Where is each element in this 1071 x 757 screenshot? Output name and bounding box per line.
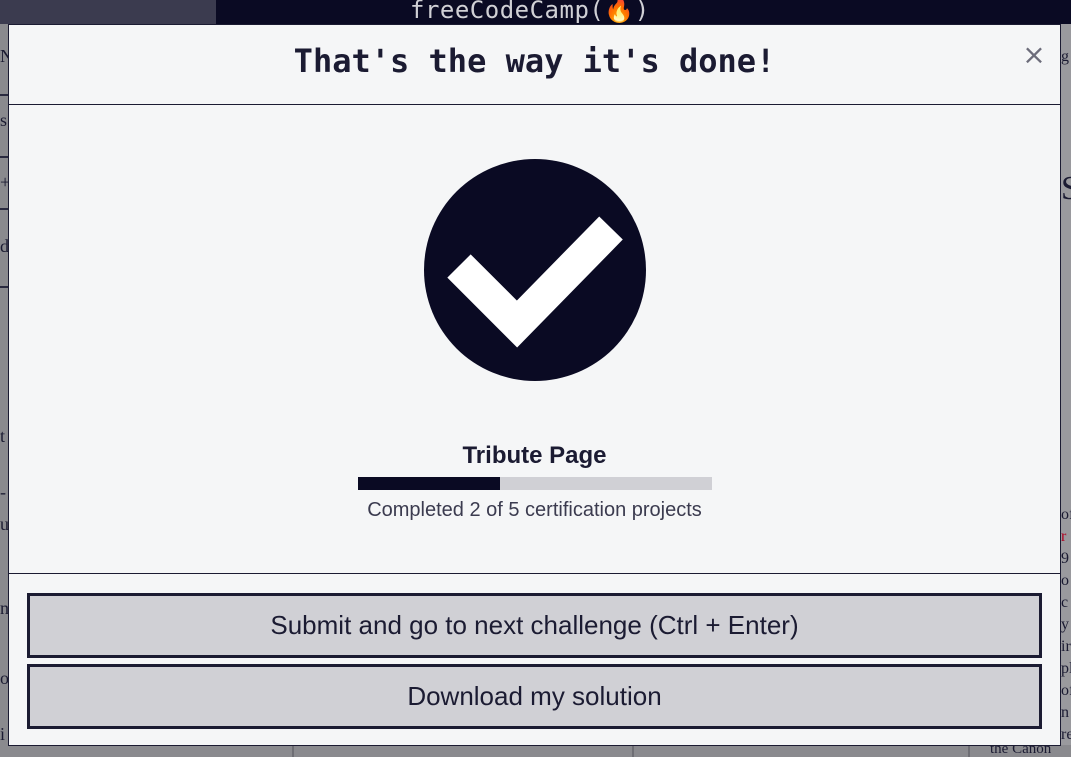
completion-modal: That's the way it's done! × Tribute Page… xyxy=(8,24,1061,746)
footer-divider xyxy=(9,573,1060,574)
background-right-strip: g S of r 9 o c y ir pl of n re xyxy=(1061,24,1071,757)
certification-progress-bar xyxy=(358,477,712,490)
close-icon[interactable]: × xyxy=(1022,41,1046,69)
download-solution-button[interactable]: Download my solution xyxy=(27,664,1042,729)
progress-text: Completed 2 of 5 certification projects xyxy=(367,499,702,521)
progress-bar-fill xyxy=(358,477,500,490)
project-title: Tribute Page xyxy=(462,442,607,469)
modal-title: That's the way it's done! xyxy=(293,42,776,80)
check-circle-icon xyxy=(424,159,646,381)
freecodecamp-logo: freeCodeCamp(🔥) xyxy=(410,0,650,24)
background-left-strip: N s + d t - u n of i xyxy=(0,24,15,757)
background-bottom-strip: the Canon xyxy=(0,741,1071,757)
modal-header: That's the way it's done! × xyxy=(9,25,1060,105)
background-navbar: freeCodeCamp(🔥) xyxy=(0,0,1071,24)
submit-next-challenge-button[interactable]: Submit and go to next challenge (Ctrl + … xyxy=(27,593,1042,658)
